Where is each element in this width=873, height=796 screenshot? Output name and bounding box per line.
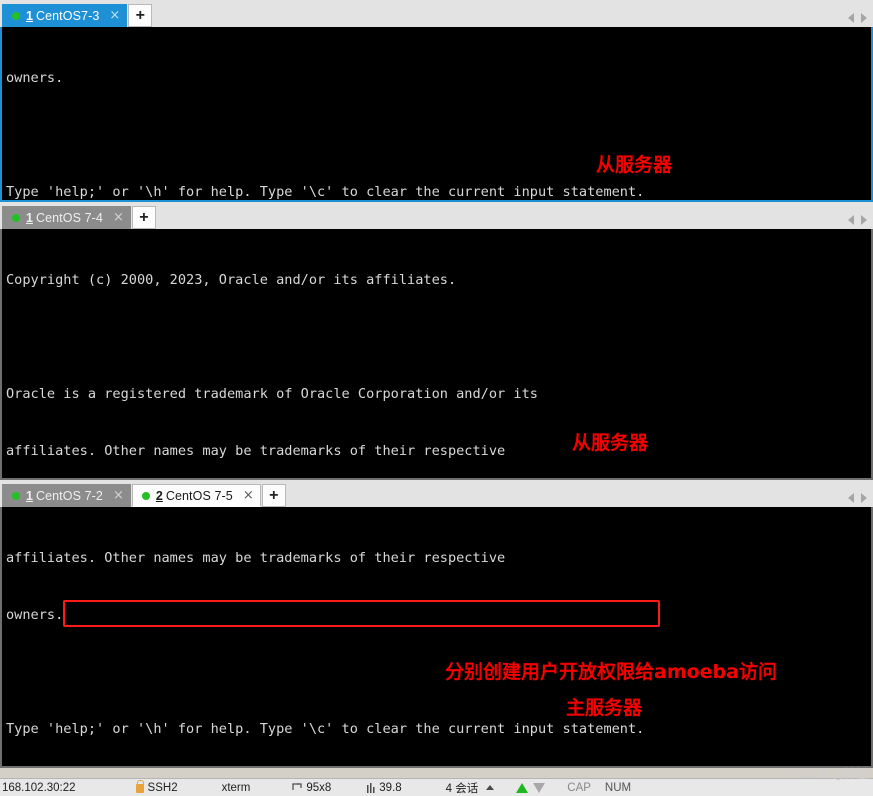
arrow-down-icon — [533, 782, 546, 793]
tab-status-dot-icon — [12, 491, 20, 500]
status-bar: 168.102.30:22 SSH2 xterm 95x8 39.8 4 会话 — [0, 778, 873, 796]
arrow-up-icon — [516, 782, 529, 793]
terminal-line: affiliates. Other names may be trademark… — [6, 550, 506, 566]
tab-scroll-controls-2 — [848, 215, 867, 225]
terminal-line: Type 'help;' or '\h' for help. Type '\c'… — [6, 721, 645, 737]
tab-label: CentOS 7-2 — [35, 488, 103, 503]
terminal-output-2[interactable]: Copyright (c) 2000, 2023, Oracle and/or … — [0, 229, 873, 480]
terminal-line: owners. — [6, 607, 64, 623]
status-protocol: SSH2 — [147, 781, 178, 794]
new-tab-button[interactable]: + — [128, 4, 153, 27]
tab-label: CentOS 7-4 — [35, 210, 103, 225]
status-sessions-group[interactable]: 4 会话 — [446, 780, 495, 796]
tab-centos7-4[interactable]: 1 CentOS 7-4 × — [2, 206, 131, 229]
scroll-left-icon[interactable] — [848, 13, 854, 23]
annotation-master-server: 主服务器 — [566, 697, 643, 719]
securecrt-window: 1 CentOS7-3 × + owners. Type 'help;' or … — [0, 0, 873, 796]
csdn-watermark: CSDN @桦懋 — [793, 767, 868, 781]
status-throughput: 39.8 — [379, 781, 402, 794]
tab-centos7-5[interactable]: 2 CentOS 7-5 × — [131, 484, 261, 507]
status-transfer-arrows — [516, 782, 546, 793]
close-icon[interactable]: × — [243, 489, 254, 502]
tab-index: 1 — [26, 210, 33, 225]
scroll-right-icon[interactable] — [861, 215, 867, 225]
lock-icon — [135, 780, 145, 793]
terminal-panel-1: 1 CentOS7-3 × + owners. Type 'help;' or … — [0, 0, 873, 202]
tab-scroll-controls-1 — [848, 13, 867, 23]
chevron-up-icon[interactable] — [486, 785, 495, 790]
status-caps-lock: CAP — [567, 781, 591, 794]
annotation-slave-server-1: 从服务器 — [596, 154, 673, 176]
terminal-panel-3: 1 CentOS 7-2 × 2 CentOS 7-5 × + affiliat… — [0, 480, 873, 768]
tab-status-dot-icon — [12, 11, 20, 20]
tabbar-panel-2: 1 CentOS 7-4 × + — [0, 202, 873, 229]
status-num-lock: NUM — [604, 781, 632, 794]
terminal-line: owners. — [6, 70, 64, 86]
new-tab-button[interactable]: + — [131, 206, 156, 229]
scroll-left-icon[interactable] — [848, 215, 854, 225]
close-icon[interactable]: × — [109, 9, 120, 22]
tabbar-panel-1: 1 CentOS7-3 × + — [0, 0, 873, 27]
status-sessions: 4 会话 — [445, 782, 479, 795]
terminal-output-1[interactable]: owners. Type 'help;' or '\h' for help. T… — [0, 27, 873, 202]
close-icon[interactable]: × — [113, 489, 124, 502]
annotation-slave-server-2: 从服务器 — [572, 432, 649, 454]
scroll-right-icon[interactable] — [861, 493, 867, 503]
tab-index: 2 — [155, 488, 163, 503]
tab-centos7-3[interactable]: 1 CentOS7-3 × — [2, 4, 128, 27]
terminal-line: affiliates. Other names may be trademark… — [6, 443, 506, 459]
status-throughput-group: 39.8 — [367, 781, 402, 794]
status-host: 168.102.30:22 — [2, 781, 76, 794]
tab-label: CentOS 7-5 — [165, 488, 233, 503]
scroll-right-icon[interactable] — [861, 13, 867, 23]
tab-index: 1 — [26, 8, 33, 23]
annotation-create-user: 分别创建用户开放权限给amoeba访问 — [445, 661, 777, 683]
terminal-output-3[interactable]: affiliates. Other names may be trademark… — [0, 507, 873, 768]
resize-icon — [292, 782, 302, 790]
tabbar-panel-3: 1 CentOS 7-2 × 2 CentOS 7-5 × + — [0, 480, 873, 507]
terminal-panel-2: 1 CentOS 7-4 × + Copyright (c) 2000, 202… — [0, 202, 873, 480]
terminal-line: Oracle is a registered trademark of Orac… — [6, 386, 538, 402]
scroll-left-icon[interactable] — [848, 493, 854, 503]
status-size: 95x8 — [306, 781, 332, 794]
tab-status-dot-icon — [12, 213, 20, 222]
close-icon[interactable]: × — [113, 211, 124, 224]
status-emulation: xterm — [221, 781, 251, 794]
tab-scroll-controls-3 — [848, 493, 867, 503]
tab-index: 1 — [26, 488, 33, 503]
new-tab-button[interactable]: + — [261, 484, 286, 507]
bars-icon — [367, 782, 375, 793]
tab-centos7-2[interactable]: 1 CentOS 7-2 × — [2, 484, 131, 507]
terminal-line: Type 'help;' or '\h' for help. Type '\c'… — [6, 184, 645, 200]
terminal-line: Copyright (c) 2000, 2023, Oracle and/or … — [6, 272, 457, 288]
status-size-group: 95x8 — [292, 782, 331, 794]
tab-label: CentOS7-3 — [35, 8, 100, 23]
tab-status-dot-icon — [141, 491, 150, 500]
status-protocol-group: SSH2 — [135, 780, 178, 794]
